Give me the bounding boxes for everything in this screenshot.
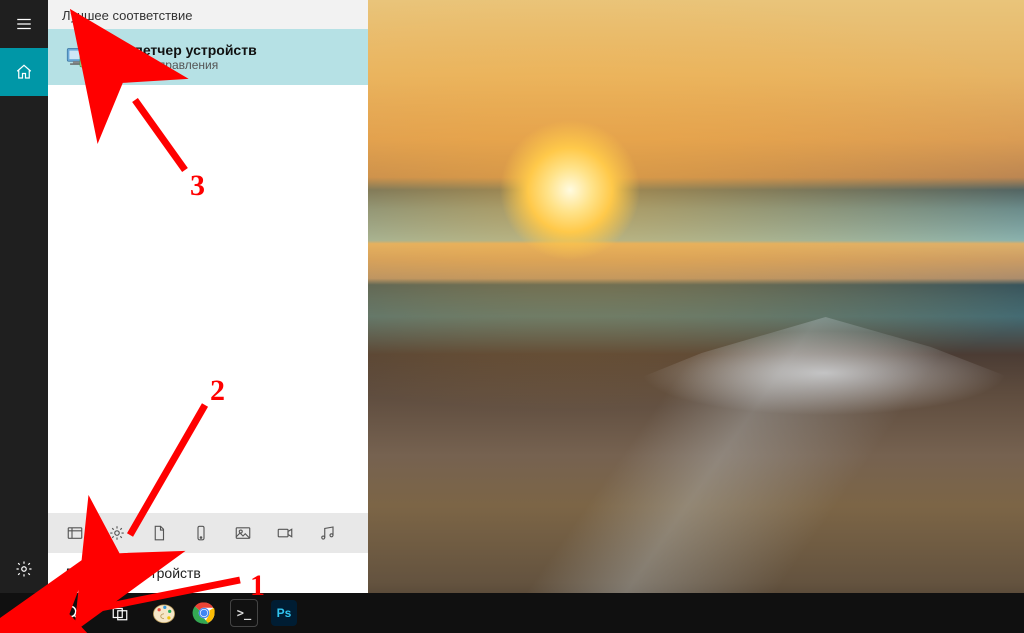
search-input-container: [48, 553, 368, 593]
home-button[interactable]: [0, 48, 48, 96]
search-filter-bar: [48, 513, 368, 553]
chrome-icon[interactable]: [184, 593, 224, 633]
search-icon[interactable]: [48, 593, 96, 633]
result-subtitle: Панель управления: [108, 58, 257, 72]
search-panel: Лучшее соответствие Диспетчер устройств …: [48, 0, 368, 593]
search-result-device-manager[interactable]: Диспетчер устройств Панель управления: [48, 29, 368, 85]
search-input[interactable]: [62, 564, 354, 582]
music-icon[interactable]: [306, 513, 348, 553]
hamburger-menu-button[interactable]: [0, 0, 48, 48]
device-manager-icon: [62, 39, 98, 75]
video-icon[interactable]: [264, 513, 306, 553]
settings-icon[interactable]: [96, 513, 138, 553]
taskbar: >_ Ps: [0, 593, 1024, 633]
search-sidebar: [0, 0, 48, 593]
document-icon[interactable]: [138, 513, 180, 553]
result-title: Диспетчер устройств: [108, 42, 257, 58]
photo-icon[interactable]: [222, 513, 264, 553]
best-match-header: Лучшее соответствие: [48, 0, 368, 29]
taskbar-apps: >_ Ps: [144, 593, 304, 633]
start-button[interactable]: [0, 593, 48, 633]
settings-button[interactable]: [0, 545, 48, 593]
task-view-button[interactable]: [96, 593, 144, 633]
paint-icon[interactable]: [144, 593, 184, 633]
device-icon[interactable]: [180, 513, 222, 553]
cmd-icon[interactable]: >_: [224, 593, 264, 633]
results-empty-area: [48, 85, 368, 513]
results-icon[interactable]: [54, 513, 96, 553]
photoshop-icon[interactable]: Ps: [264, 593, 304, 633]
